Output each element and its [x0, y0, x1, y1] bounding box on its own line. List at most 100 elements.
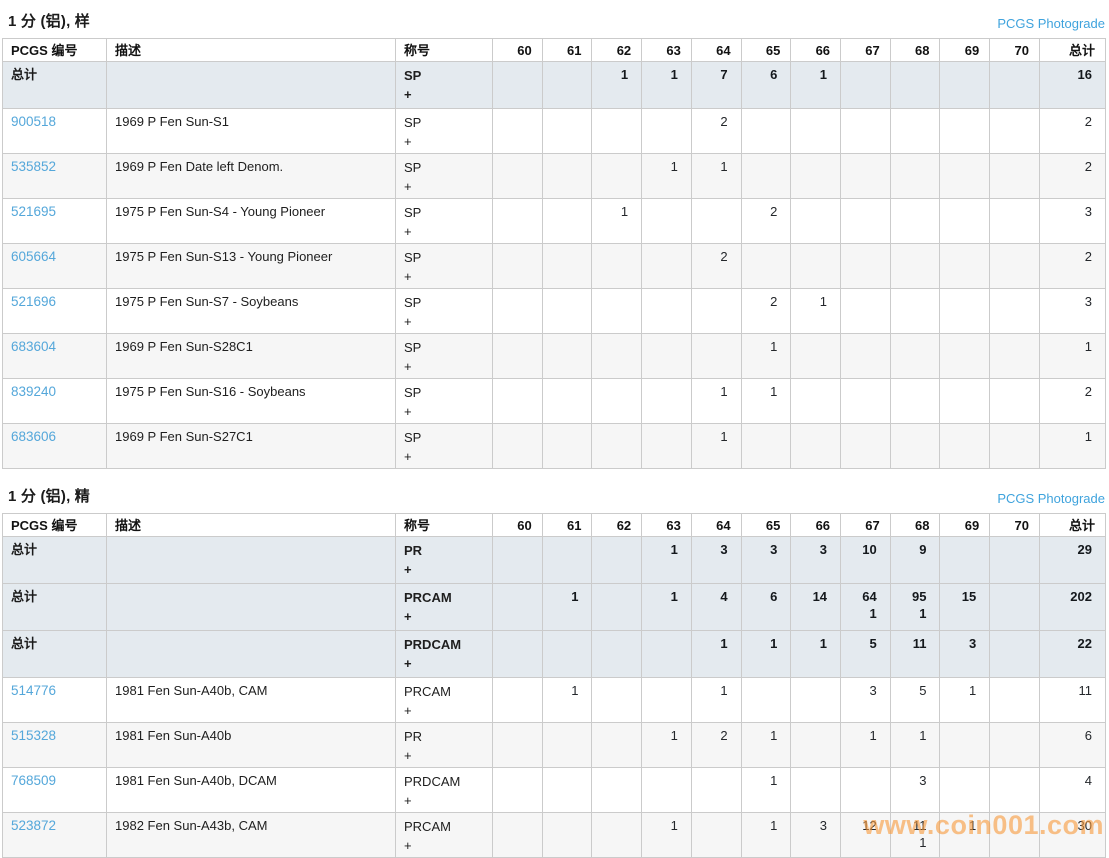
column-header: 60	[493, 39, 543, 62]
grade-cell	[592, 424, 642, 469]
grade-cell	[990, 334, 1040, 379]
pcgs-number-link[interactable]: 839240	[11, 384, 56, 399]
grade-cell: 1	[691, 631, 741, 678]
grade-cell: 1	[691, 424, 741, 469]
grade-cell: 11	[890, 631, 940, 678]
pcgs-number-link[interactable]: 521695	[11, 204, 56, 219]
grade-cell	[990, 199, 1040, 244]
column-header: 62	[592, 39, 642, 62]
grade-cell: 14	[791, 584, 841, 631]
column-header: 64	[691, 39, 741, 62]
photograde-link[interactable]: PCGS Photograde	[997, 491, 1105, 506]
grade-cell	[493, 424, 543, 469]
grade-cell	[890, 289, 940, 334]
description-cell: 1969 P Fen Sun-S28C1	[107, 334, 396, 379]
grade-cell: 2	[691, 723, 741, 768]
designation-cell: PRDCAM+	[396, 631, 493, 678]
column-header: 62	[592, 514, 642, 537]
total-cell: 2	[1040, 154, 1106, 199]
designation-cell: SP+	[396, 199, 493, 244]
grade-cell: 1	[940, 678, 990, 723]
grade-cell: 1	[741, 723, 791, 768]
grade-cell: 1	[592, 62, 642, 109]
table-header-row: PCGS 编号描述称号6061626364656667686970总计	[3, 39, 1106, 62]
designation-cell: SP+	[396, 109, 493, 154]
grade-cell: 6	[741, 584, 791, 631]
description-cell	[107, 631, 396, 678]
grade-cell	[691, 334, 741, 379]
grade-cell: 7	[691, 62, 741, 109]
total-cell: 16	[1040, 62, 1106, 109]
grade-cell: 9	[890, 537, 940, 584]
pcgs-number-cell: 总计	[3, 62, 107, 109]
grade-cell	[741, 109, 791, 154]
pcgs-number-link[interactable]: 683604	[11, 339, 56, 354]
grade-cell	[542, 244, 592, 289]
grade-cell: 2	[741, 289, 791, 334]
grade-cell: 1	[791, 631, 841, 678]
grade-cell	[890, 424, 940, 469]
column-header: 66	[791, 514, 841, 537]
grade-cell	[542, 631, 592, 678]
column-header: 60	[493, 514, 543, 537]
population-table-pr: PCGS 编号描述称号6061626364656667686970总计 总计PR…	[2, 513, 1106, 858]
total-cell: 202	[1040, 584, 1106, 631]
designation-cell: SP+	[396, 424, 493, 469]
pcgs-number-link[interactable]: 515328	[11, 728, 56, 743]
grade-cell: 1	[741, 334, 791, 379]
pcgs-number-link[interactable]: 768509	[11, 773, 56, 788]
grade-cell	[542, 537, 592, 584]
pcgs-number-link[interactable]: 523872	[11, 818, 56, 833]
total-cell: 1	[1040, 424, 1106, 469]
grade-cell: 1	[642, 62, 692, 109]
grade-cell	[890, 154, 940, 199]
total-cell: 3	[1040, 289, 1106, 334]
column-header: 总计	[1040, 514, 1106, 537]
pcgs-number-link[interactable]: 514776	[11, 683, 56, 698]
table-row: 5147761981 Fen Sun-A40b, CAMPRCAM+113511…	[3, 678, 1106, 723]
section-title: 1 分 (铝), 精	[8, 485, 90, 506]
grade-cell	[642, 334, 692, 379]
designation-cell: SP+	[396, 379, 493, 424]
grade-cell	[542, 289, 592, 334]
grade-cell: 1	[791, 289, 841, 334]
grade-cell	[841, 768, 891, 813]
pcgs-number-link[interactable]: 683606	[11, 429, 56, 444]
grade-cell	[542, 768, 592, 813]
designation-cell: PR+	[396, 537, 493, 584]
grade-cell	[940, 379, 990, 424]
pcgs-number-link[interactable]: 521696	[11, 294, 56, 309]
grade-cell	[890, 109, 940, 154]
designation-cell: PR+	[396, 723, 493, 768]
pcgs-number-link[interactable]: 900518	[11, 114, 56, 129]
total-cell: 3	[1040, 199, 1106, 244]
grade-cell	[691, 199, 741, 244]
pcgs-number-cell: 521696	[3, 289, 107, 334]
grade-cell	[940, 723, 990, 768]
grade-cell	[493, 723, 543, 768]
grade-cell	[493, 379, 543, 424]
pcgs-number-cell: 514776	[3, 678, 107, 723]
grade-cell: 10	[841, 537, 891, 584]
pcgs-number-link[interactable]: 535852	[11, 159, 56, 174]
grade-cell: 1	[691, 154, 741, 199]
pcgs-number-cell: 605664	[3, 244, 107, 289]
grade-cell: 1	[691, 379, 741, 424]
table-row: 8392401975 P Fen Sun-S16 - SoybeansSP+11…	[3, 379, 1106, 424]
grade-cell	[493, 334, 543, 379]
photograde-link[interactable]: PCGS Photograde	[997, 16, 1105, 31]
grade-cell: 5	[841, 631, 891, 678]
description-cell: 1975 P Fen Sun-S16 - Soybeans	[107, 379, 396, 424]
grade-cell	[691, 289, 741, 334]
column-header: 称号	[396, 39, 493, 62]
grade-cell	[592, 768, 642, 813]
pcgs-number-link[interactable]: 605664	[11, 249, 56, 264]
grade-cell: 641	[841, 584, 891, 631]
grade-cell	[990, 424, 1040, 469]
grade-cell: 2	[691, 109, 741, 154]
pcgs-number-cell: 总计	[3, 631, 107, 678]
grade-cell	[791, 723, 841, 768]
grade-cell	[493, 109, 543, 154]
description-cell	[107, 62, 396, 109]
grade-cell	[542, 723, 592, 768]
